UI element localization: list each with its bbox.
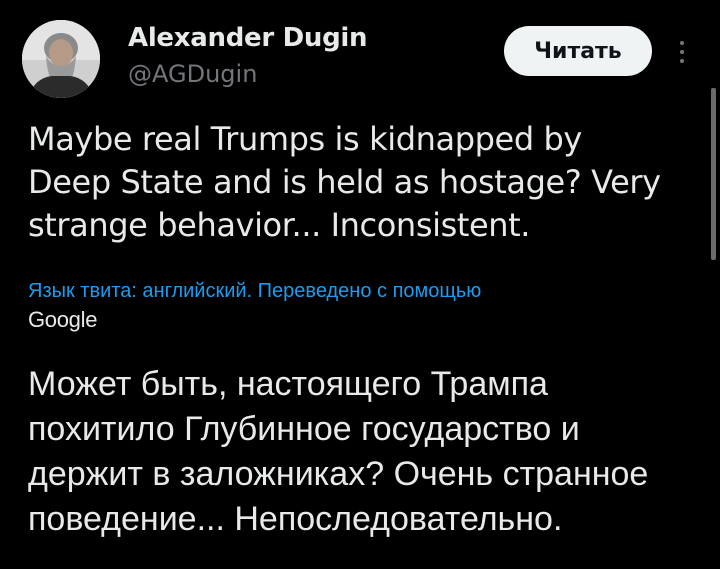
translated-text: Может быть, настоящего Трампа похитило Г… [28, 362, 708, 542]
translated-line: похитило Глубинное государство и [28, 410, 580, 448]
translation-label[interactable]: Язык твита: английский. Переведено с пом… [28, 278, 481, 304]
google-logo: Google [28, 307, 98, 332]
author-name[interactable]: Alexander Dugin [128, 22, 368, 54]
tweet-line: strange behavior... Inconsistent. [28, 206, 531, 244]
more-dot [680, 59, 684, 63]
translated-line: Может быть, настоящего Трампа [28, 365, 548, 403]
scrollbar[interactable] [711, 88, 716, 260]
avatar[interactable] [22, 20, 100, 98]
tweet-text: Maybe real Trumps is kidnapped by Deep S… [28, 118, 698, 247]
follow-button[interactable]: Читать [504, 26, 652, 76]
tweet-line: Deep State and is held as hostage? Very [28, 163, 661, 201]
translated-line: поведение... Непоследовательно. [28, 500, 563, 538]
tweet-line: Maybe real Trumps is kidnapped by [28, 120, 582, 158]
more-vertical-icon[interactable] [672, 32, 692, 72]
more-dot [680, 41, 684, 45]
translated-line: держит в заложниках? Очень странное [28, 455, 649, 493]
more-dot [680, 50, 684, 54]
author-handle[interactable]: @AGDugin [128, 59, 257, 89]
